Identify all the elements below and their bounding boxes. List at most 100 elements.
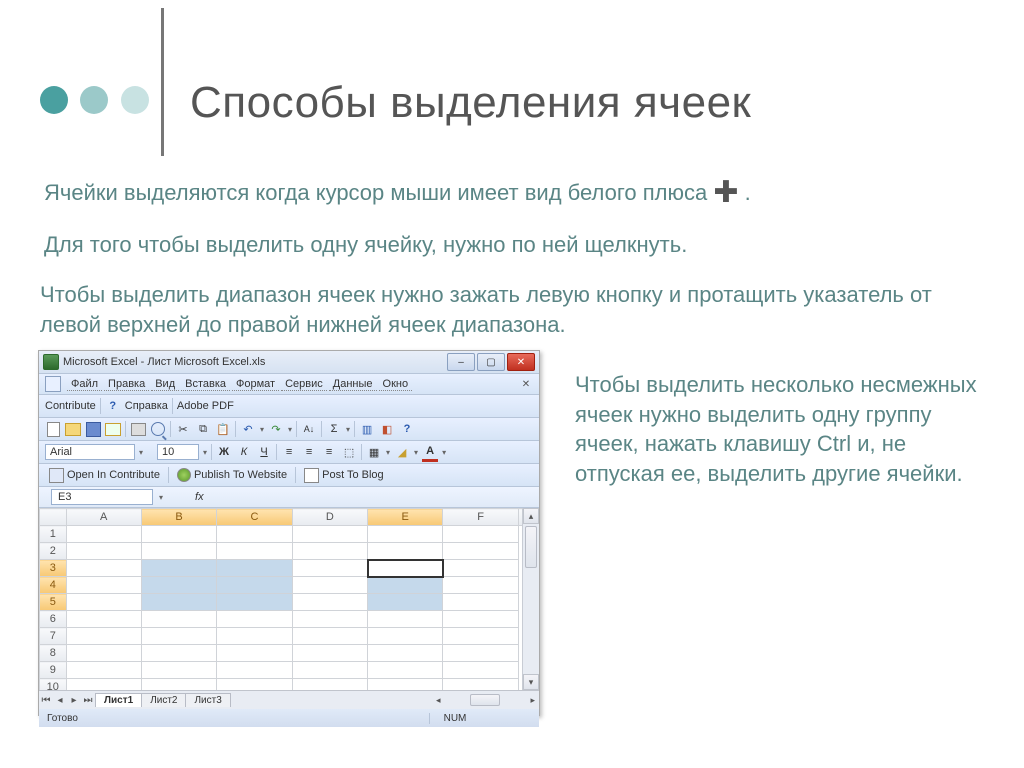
sheet-tab[interactable]: Лист1 (95, 693, 142, 707)
font-color-icon[interactable]: A (422, 443, 438, 462)
spreadsheet-grid[interactable]: ABCDEF12345678910 ▴ ▾ (39, 508, 539, 690)
col-header[interactable]: B (141, 509, 216, 526)
cell[interactable] (292, 645, 367, 662)
menu-edit[interactable]: Правка (104, 378, 149, 391)
cell[interactable] (368, 679, 443, 691)
col-header[interactable]: D (292, 509, 367, 526)
cell[interactable] (443, 594, 518, 611)
preview-icon[interactable] (150, 421, 166, 437)
cell[interactable] (292, 611, 367, 628)
cell[interactable] (141, 611, 216, 628)
cell[interactable] (141, 526, 216, 543)
scroll-down-icon[interactable]: ▾ (523, 674, 539, 690)
cell[interactable] (443, 628, 518, 645)
cell[interactable] (292, 526, 367, 543)
cell[interactable] (141, 560, 216, 577)
cell[interactable] (368, 560, 443, 577)
cell[interactable] (217, 594, 292, 611)
new-icon[interactable] (45, 421, 61, 437)
scroll-up-icon[interactable]: ▴ (523, 508, 539, 524)
publish-button[interactable]: Publish To Website (173, 467, 291, 483)
cut-icon[interactable]: ✂ (175, 421, 191, 437)
cell[interactable] (368, 662, 443, 679)
cell[interactable] (66, 594, 141, 611)
cell[interactable] (217, 543, 292, 560)
sort-asc-icon[interactable]: A↓ (301, 421, 317, 437)
cell[interactable] (443, 560, 518, 577)
cell[interactable] (292, 662, 367, 679)
cell[interactable] (141, 628, 216, 645)
minimize-button[interactable]: – (447, 353, 475, 371)
close-button[interactable]: ✕ (507, 353, 535, 371)
bold-button[interactable]: Ж (216, 446, 232, 458)
cell[interactable] (66, 679, 141, 691)
col-header[interactable]: E (368, 509, 443, 526)
cell[interactable] (66, 577, 141, 594)
chart-icon[interactable]: ▥ (359, 421, 375, 437)
row-header[interactable]: 6 (40, 611, 67, 628)
titlebar[interactable]: Microsoft Excel - Лист Microsoft Excel.x… (39, 351, 539, 374)
cell[interactable] (66, 560, 141, 577)
align-left-icon[interactable]: ≡ (281, 444, 297, 460)
merge-icon[interactable]: ⬚ (341, 444, 357, 460)
contribute-label[interactable]: Contribute (45, 400, 96, 412)
drawing-icon[interactable]: ◧ (379, 421, 395, 437)
cell[interactable] (443, 679, 518, 691)
print-icon[interactable] (130, 421, 146, 437)
cell[interactable] (217, 560, 292, 577)
sheet-tab[interactable]: Лист2 (141, 693, 186, 707)
cell[interactable] (66, 645, 141, 662)
copy-icon[interactable]: ⧉ (195, 421, 211, 437)
cell[interactable] (217, 577, 292, 594)
cell[interactable] (217, 662, 292, 679)
row-header[interactable]: 3 (40, 560, 67, 577)
post-blog-button[interactable]: Post To Blog (300, 467, 388, 484)
hscroll-right-icon[interactable]: ▸ (530, 695, 535, 706)
fx-icon[interactable]: fx (195, 491, 204, 503)
doc-close-icon[interactable]: ✕ (519, 377, 533, 391)
name-box[interactable]: E3 (51, 489, 153, 505)
cell[interactable] (141, 645, 216, 662)
row-header[interactable]: 1 (40, 526, 67, 543)
menu-data[interactable]: Данные (329, 378, 377, 391)
cell[interactable] (368, 611, 443, 628)
cell[interactable] (292, 560, 367, 577)
cell[interactable] (141, 679, 216, 691)
hscroll-left-icon[interactable]: ◂ (436, 695, 441, 706)
cell[interactable] (141, 543, 216, 560)
tab-nav-first-icon[interactable]: ⏮ (39, 695, 53, 706)
menu-tools[interactable]: Сервис (281, 378, 327, 391)
help-icon[interactable]: ? (399, 421, 415, 437)
cell[interactable] (66, 662, 141, 679)
tab-nav-last-icon[interactable]: ⏭ (81, 695, 95, 706)
paste-icon[interactable]: 📋 (215, 421, 231, 437)
cell[interactable] (443, 611, 518, 628)
menu-file[interactable]: Файл (67, 378, 102, 391)
cell[interactable] (66, 543, 141, 560)
cell[interactable] (443, 543, 518, 560)
menu-window[interactable]: Окно (379, 378, 413, 391)
undo-icon[interactable]: ↶ (240, 421, 256, 437)
sum-icon[interactable]: Σ (326, 421, 342, 437)
help-label[interactable]: Справка (125, 400, 168, 412)
cell[interactable] (66, 628, 141, 645)
cell[interactable] (292, 628, 367, 645)
cell[interactable] (141, 577, 216, 594)
cell[interactable] (443, 645, 518, 662)
menu-insert[interactable]: Вставка (181, 378, 230, 391)
col-header[interactable]: A (66, 509, 141, 526)
cell[interactable] (217, 526, 292, 543)
col-header[interactable]: C (217, 509, 292, 526)
cell[interactable] (292, 679, 367, 691)
menu-format[interactable]: Формат (232, 378, 279, 391)
italic-button[interactable]: К (236, 446, 252, 458)
col-header[interactable]: F (443, 509, 518, 526)
cell[interactable] (66, 611, 141, 628)
open-icon[interactable] (65, 421, 81, 437)
redo-icon[interactable]: ↷ (268, 421, 284, 437)
row-header[interactable]: 10 (40, 679, 67, 691)
maximize-button[interactable]: ▢ (477, 353, 505, 371)
underline-button[interactable]: Ч (256, 446, 272, 458)
cell[interactable] (292, 577, 367, 594)
cell[interactable] (217, 645, 292, 662)
